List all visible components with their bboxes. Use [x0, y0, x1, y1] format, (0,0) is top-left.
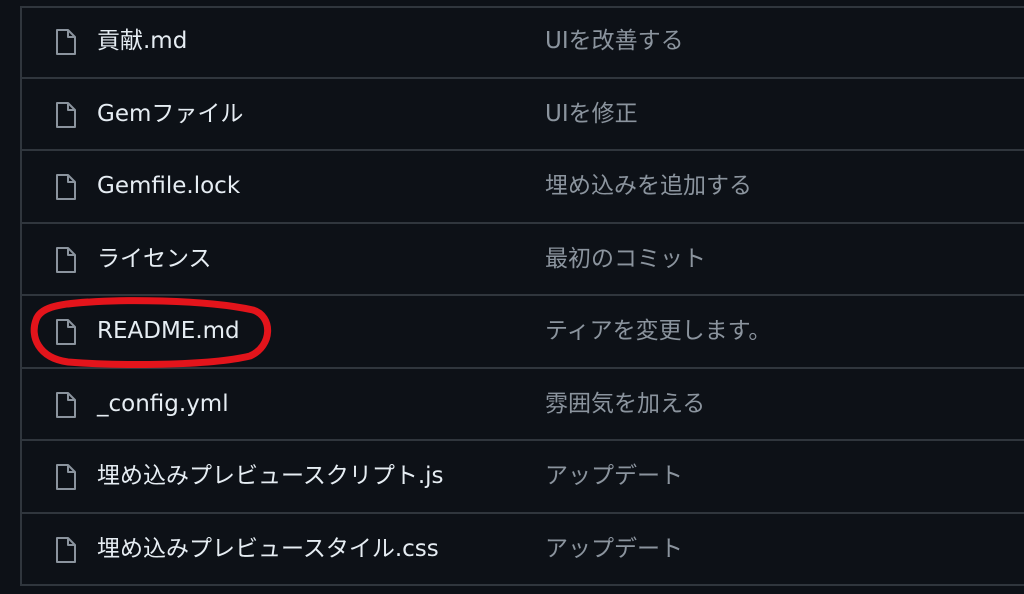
- file-name-link[interactable]: 貢献.md: [97, 26, 187, 56]
- file-row[interactable]: Gemファイル UIを修正: [22, 79, 1024, 151]
- commit-message-link[interactable]: ティアを変更します。: [545, 316, 771, 346]
- file-row[interactable]: 埋め込みプレビュースタイル.css アップデート: [22, 514, 1024, 586]
- commit-message-link[interactable]: アップデート: [545, 461, 683, 491]
- commit-message-link[interactable]: 最初のコミット: [545, 244, 706, 274]
- commit-message-link[interactable]: UIを改善する: [545, 26, 684, 56]
- file-row[interactable]: 埋め込みプレビュースクリプト.js アップデート: [22, 441, 1024, 514]
- file-name-link[interactable]: _config.yml: [97, 389, 229, 419]
- commit-message-link[interactable]: アップデート: [545, 534, 683, 564]
- file-row[interactable]: README.md ティアを変更します。: [22, 296, 1024, 369]
- commit-message-link[interactable]: UIを修正: [545, 99, 638, 129]
- file-row[interactable]: Gemfile.lock 埋め込みを追加する: [22, 151, 1024, 224]
- file-name-link[interactable]: Gemファイル: [97, 99, 243, 129]
- file-table: 貢献.md UIを改善する Gemファイル UIを修正 Gemfile.lock 埋め込み…: [20, 6, 1024, 586]
- file-row[interactable]: ライセンス 最初のコミット: [22, 224, 1024, 296]
- file-row[interactable]: _config.yml 雰囲気を加える: [22, 369, 1024, 441]
- file-row[interactable]: 貢献.md UIを改善する: [22, 6, 1024, 79]
- file-name-link[interactable]: 埋め込みプレビュースタイル.css: [97, 534, 439, 564]
- file-name-link[interactable]: ライセンス: [97, 244, 212, 274]
- commit-message-link[interactable]: 雰囲気を加える: [545, 389, 705, 419]
- file-name-link[interactable]: Gemfile.lock: [97, 171, 240, 201]
- file-name-link[interactable]: README.md: [97, 316, 240, 346]
- commit-message-link[interactable]: 埋め込みを追加する: [545, 171, 752, 201]
- file-name-link[interactable]: 埋め込みプレビュースクリプト.js: [97, 461, 444, 491]
- file-browser-page: 貢献.md UIを改善する Gemファイル UIを修正 Gemfile.lock 埋め込み…: [0, 0, 1024, 594]
